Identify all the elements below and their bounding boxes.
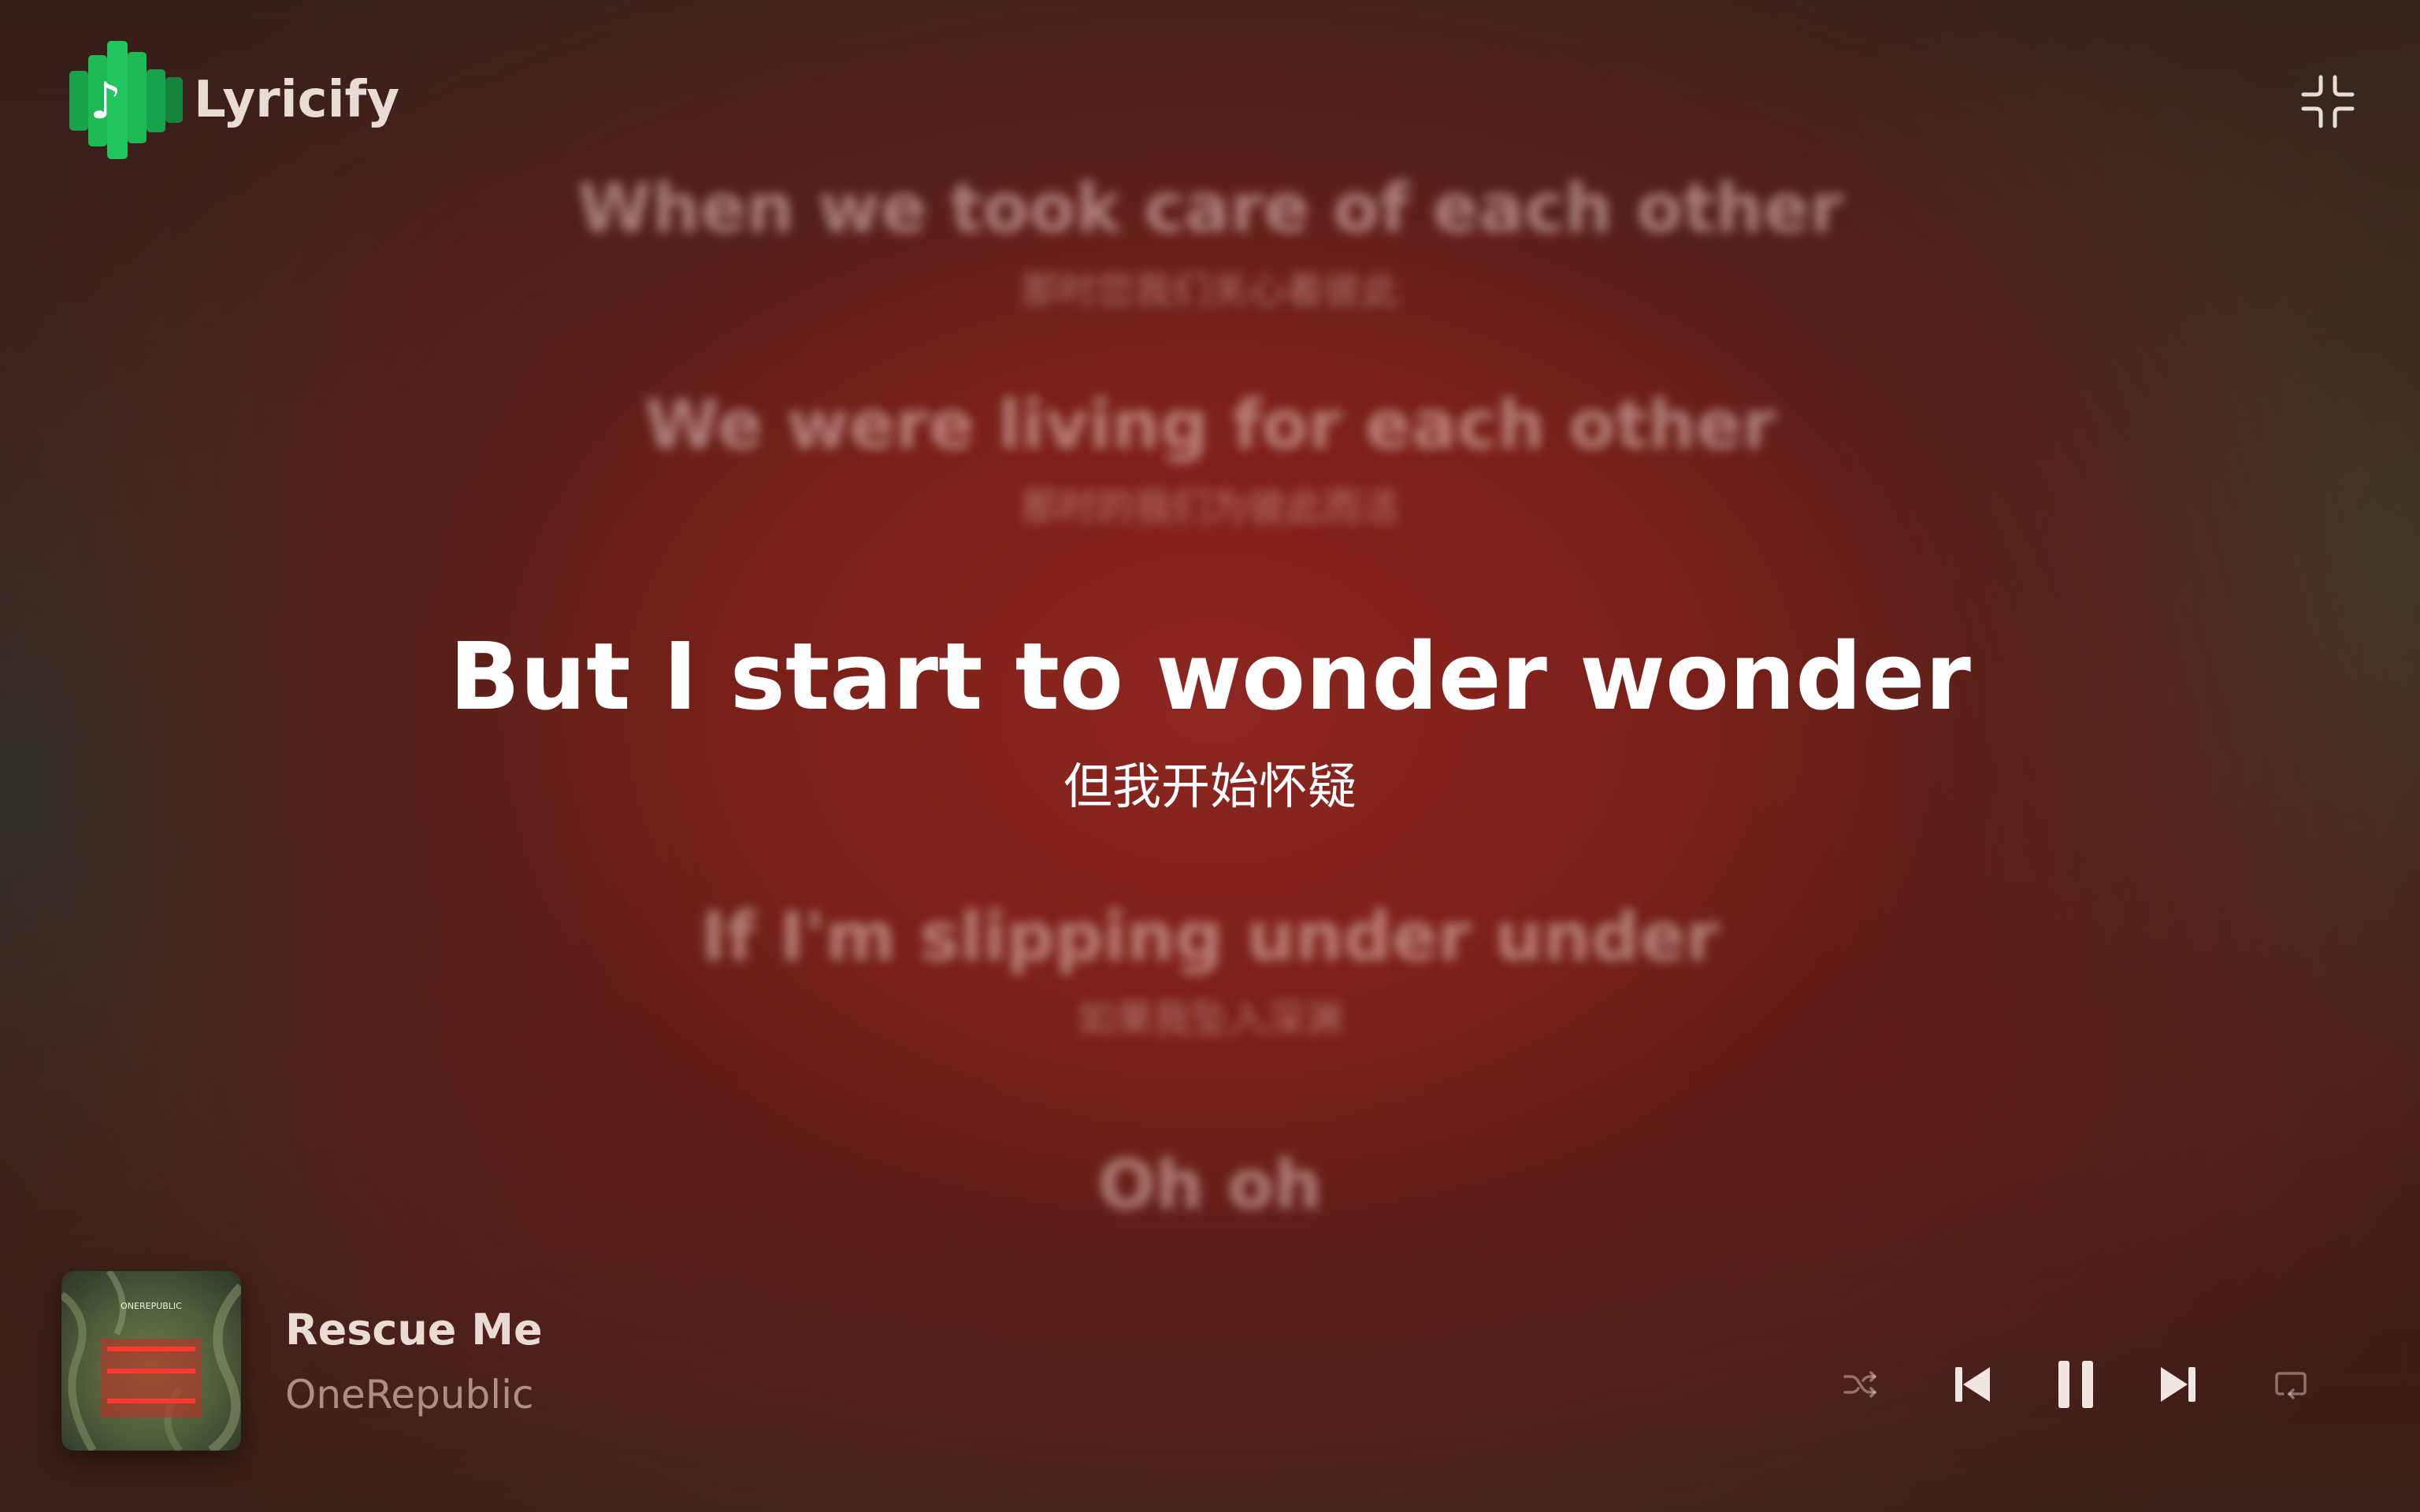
app-brand: ♪ Lyricify (65, 41, 399, 159)
repeat-icon (2275, 1372, 2307, 1399)
shuffle-icon (1843, 1371, 1876, 1398)
lyric-line-active[interactable]: But I start to wonder wonder 但我开始怀疑 (0, 622, 2420, 817)
previous-track-button[interactable] (1941, 1353, 2004, 1416)
pause-icon (2058, 1361, 2093, 1408)
app-name: Lyricify (194, 71, 400, 129)
lyric-translation: 如果我坠入深渊 (1077, 997, 1342, 1041)
skip-previous-icon (1955, 1367, 1990, 1402)
lyric-original: We were living for each other (644, 386, 1776, 465)
lyric-line[interactable]: If I'm slipping under under 如果我坠入深渊 (0, 898, 2420, 1043)
lyrics-fullscreen-view: ♪ Lyricify When we took care of each oth… (0, 0, 2420, 1512)
collapse-icon (2301, 75, 2355, 128)
lyricify-logo-icon: ♪ (65, 41, 186, 159)
lyric-translation: 那时的我们为彼此而活 (1020, 485, 1399, 529)
lyric-original: But I start to wonder wonder (449, 622, 1971, 731)
lyric-original: If I'm slipping under under (700, 898, 1720, 976)
pause-button[interactable] (2044, 1353, 2107, 1416)
playback-controls (0, 1353, 2420, 1416)
cover-band-name: ONEREPUBLIC (121, 1301, 182, 1311)
shuffle-button[interactable] (1829, 1353, 1892, 1416)
exit-fullscreen-button[interactable] (2300, 74, 2355, 129)
track-title[interactable]: Rescue Me (285, 1305, 543, 1354)
next-track-button[interactable] (2147, 1353, 2210, 1416)
lyric-translation: 那时您我们关心着彼此 (1020, 269, 1399, 313)
repeat-button[interactable] (2259, 1353, 2322, 1416)
svg-text:♪: ♪ (90, 72, 122, 131)
lyric-original: When we took care of each other (577, 169, 1843, 248)
lyric-line[interactable]: When we took care of each other 那时您我们关心着… (0, 169, 2420, 314)
lyric-original: Oh oh (1097, 1146, 1323, 1225)
lyric-line[interactable]: Oh oh (0, 1146, 2420, 1225)
lyric-line[interactable]: We were living for each other 那时的我们为彼此而活 (0, 386, 2420, 531)
lyric-translation: 但我开始怀疑 (1063, 758, 1357, 815)
skip-next-icon (2161, 1367, 2195, 1402)
